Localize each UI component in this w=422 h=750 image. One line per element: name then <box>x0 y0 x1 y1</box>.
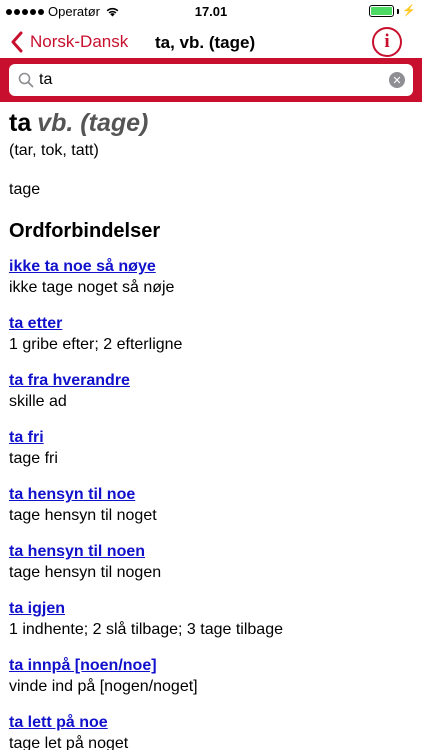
search-icon <box>18 72 34 88</box>
phrase-link[interactable]: ta fri <box>9 427 413 448</box>
battery-icon <box>369 5 395 17</box>
phrase-item: ta hensyn til noe tage hensyn til noget <box>9 484 413 541</box>
search-input[interactable] <box>39 64 379 96</box>
phrase-item: ta innpå [noen/noe] vinde ind på [nogen/… <box>9 655 413 712</box>
navigation-bar: Norsk-Dansk ta, vb. (tage) i <box>0 22 422 62</box>
close-icon: ✕ <box>392 74 402 87</box>
headword: ta <box>9 109 32 137</box>
phrase-item: ta hensyn til noen tage hensyn til nogen <box>9 541 413 598</box>
phrase-meaning: tage fri <box>9 450 58 467</box>
section-title: Ordforbindelser <box>9 220 161 242</box>
search-bar: ✕ <box>0 58 422 102</box>
search-field[interactable]: ✕ <box>9 64 413 96</box>
charging-bolt-icon: ⚡ <box>402 5 416 17</box>
phrase-meaning: tage hensyn til noget <box>9 507 157 524</box>
phrase-link[interactable]: ikke ta noe så nøye <box>9 256 413 277</box>
phrase-item: ta lett på noe tage let på noget <box>9 712 413 750</box>
battery-tip <box>397 8 400 14</box>
headword-line: ta vb. (tage) <box>9 108 413 138</box>
phrase-link[interactable]: ta igjen <box>9 598 413 619</box>
status-bar: Operatør 17.01 ⚡ <box>0 0 422 22</box>
status-time: 17.01 <box>194 4 228 19</box>
back-button[interactable]: Norsk-Dansk <box>10 31 128 53</box>
back-button-label: Norsk-Dansk <box>30 32 129 51</box>
entry-content: ta vb. (tage) (tar, tok, tatt) tage Ordfo… <box>0 102 422 750</box>
phrase-meaning: vinde ind på [nogen/noget] <box>9 678 198 695</box>
phrase-meaning: 1 indhente; 2 slå tilbage; 3 tage tilbag… <box>9 621 283 638</box>
phrase-meaning: 1 gribe efter; 2 efterligne <box>9 336 183 353</box>
phrase-link[interactable]: ta etter <box>9 313 413 334</box>
phrase-list: ikke ta noe så nøye ikke tage noget så n… <box>9 256 413 750</box>
phrase-item: ta fri tage fri <box>9 427 413 484</box>
page-title: ta, vb. (tage) <box>155 33 256 52</box>
phrase-link[interactable]: ta hensyn til noen <box>9 541 413 562</box>
phrase-link[interactable]: ta fra hverandre <box>9 370 413 391</box>
phrase-meaning: skille ad <box>9 393 67 410</box>
status-right: ⚡ <box>369 5 416 17</box>
phrase-item: ta etter 1 gribe efter; 2 efterligne <box>9 313 413 370</box>
phrase-link[interactable]: ta lett på noe <box>9 712 413 733</box>
phrase-item: ta igjen 1 indhente; 2 slå tilbage; 3 ta… <box>9 598 413 655</box>
info-button[interactable]: i <box>372 27 402 57</box>
translation: tage <box>9 181 41 198</box>
inflection-forms: (tar, tok, tatt) <box>9 142 99 159</box>
phrase-link[interactable]: ta hensyn til noe <box>9 484 413 505</box>
phrase-item: ikke ta noe så nøye ikke tage noget så n… <box>9 256 413 313</box>
chevron-left-icon <box>11 31 23 53</box>
phrase-meaning: tage hensyn til nogen <box>9 564 162 581</box>
info-icon: i <box>384 31 390 52</box>
clear-search-button[interactable]: ✕ <box>389 72 405 88</box>
phrase-meaning: ikke tage noget så nøje <box>9 279 175 296</box>
phrase-item: ta fra hverandre skille ad <box>9 370 413 427</box>
phrase-link[interactable]: ta innpå [noen/noe] <box>9 655 413 676</box>
phrase-meaning: tage let på noget <box>9 735 129 750</box>
part-of-speech: vb. (tage) <box>37 109 149 137</box>
